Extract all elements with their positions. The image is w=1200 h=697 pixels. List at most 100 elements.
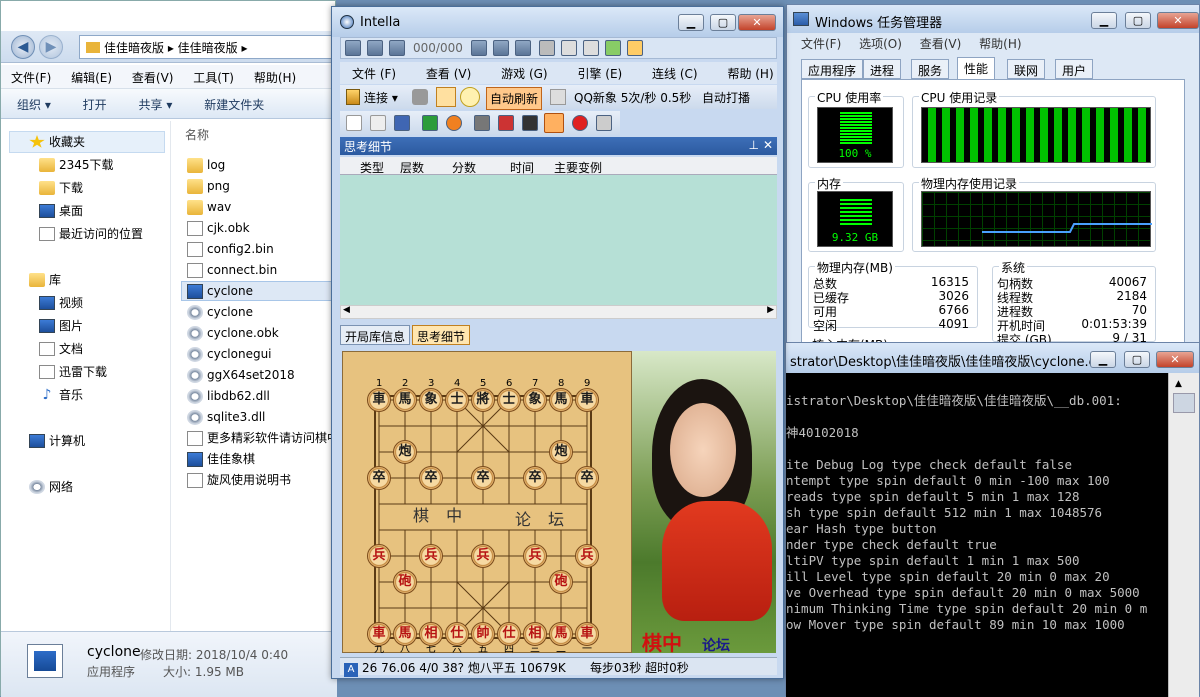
- col-depth[interactable]: 层数: [400, 159, 424, 176]
- menu-help[interactable]: 帮助(H): [254, 71, 296, 85]
- file-row[interactable]: cyclone: [187, 281, 253, 301]
- red-piece[interactable]: 砲: [393, 570, 417, 594]
- console-minimize-button[interactable]: ▁: [1090, 351, 1116, 368]
- file-row[interactable]: cjk.obk: [187, 218, 250, 238]
- red-piece[interactable]: 車: [575, 622, 599, 646]
- scroll-right-icon[interactable]: ▶: [767, 305, 774, 315]
- red-piece[interactable]: 兵: [523, 544, 547, 568]
- console-maximize-button[interactable]: ▢: [1124, 351, 1150, 368]
- open-icon[interactable]: [370, 115, 386, 131]
- tab-applications[interactable]: 应用程序: [801, 59, 864, 79]
- column-header-name[interactable]: 名称: [185, 126, 209, 143]
- col-type[interactable]: 类型: [360, 159, 384, 176]
- engine-black-icon[interactable]: [522, 115, 538, 131]
- organize-button[interactable]: 组织 ▾: [17, 98, 51, 112]
- red-piece[interactable]: 仕: [497, 622, 521, 646]
- nav-pictures[interactable]: 图片: [39, 316, 83, 336]
- file-row[interactable]: cyclone.obk: [187, 323, 279, 343]
- nav-downloads[interactable]: 下载: [39, 178, 83, 198]
- black-piece[interactable]: 炮: [393, 440, 417, 464]
- scroll-left-icon[interactable]: ◀: [343, 305, 350, 315]
- console-close-button[interactable]: ✕: [1156, 351, 1194, 368]
- file-row[interactable]: libdb62.dll: [187, 386, 270, 406]
- link-icon[interactable]: [412, 89, 428, 105]
- minimize-button[interactable]: ▁: [1091, 12, 1117, 29]
- intella-menu-view[interactable]: 查看 (V): [426, 67, 471, 81]
- pin-icon[interactable]: ⊥: [749, 138, 759, 152]
- next-fast-icon[interactable]: [493, 40, 509, 56]
- console-scrollbar[interactable]: ▲: [1168, 373, 1199, 697]
- menu-edit[interactable]: 编辑(E): [71, 71, 112, 85]
- nav-2345-download[interactable]: 2345下载: [39, 155, 114, 175]
- nav-videos[interactable]: 视频: [39, 293, 83, 313]
- find-icon[interactable]: [460, 87, 480, 107]
- paste-icon[interactable]: [583, 40, 599, 56]
- menu-file[interactable]: 文件(F): [11, 71, 51, 85]
- black-piece[interactable]: 卒: [575, 466, 599, 490]
- auto-refresh-button[interactable]: 自动刷新: [486, 87, 543, 110]
- file-row[interactable]: cyclonegui: [187, 344, 272, 364]
- intella-menu-game[interactable]: 游戏 (G): [501, 67, 547, 81]
- col-score[interactable]: 分数: [452, 159, 476, 176]
- file-row[interactable]: log: [187, 155, 225, 175]
- nav-xunlei-download[interactable]: 迅雷下载: [39, 362, 107, 382]
- thinking-hscrollbar[interactable]: ◀ ▶: [340, 305, 777, 319]
- tm-menu-file[interactable]: 文件(F): [801, 37, 841, 51]
- tm-menu-help[interactable]: 帮助(H): [979, 37, 1021, 51]
- red-piece[interactable]: 馬: [393, 622, 417, 646]
- back-icon[interactable]: ◀: [11, 35, 35, 59]
- first-move-icon[interactable]: [345, 40, 361, 56]
- red-piece[interactable]: 砲: [549, 570, 573, 594]
- file-row[interactable]: png: [187, 176, 230, 196]
- analyze-icon[interactable]: [544, 113, 564, 133]
- file-row[interactable]: 旋风使用说明书: [187, 470, 291, 490]
- black-piece[interactable]: 卒: [471, 466, 495, 490]
- engine-off-icon[interactable]: [474, 115, 490, 131]
- auto-play-button[interactable]: 自动打播: [702, 89, 750, 106]
- nav-favorites[interactable]: 收藏夹: [29, 132, 85, 152]
- nav-music[interactable]: ♪ 音乐: [43, 385, 83, 405]
- tab-opening-book[interactable]: 开局库信息: [340, 325, 411, 345]
- file-row[interactable]: 佳佳象棋: [187, 449, 255, 469]
- undo-icon[interactable]: [596, 115, 612, 131]
- maximize-button[interactable]: ▢: [1125, 12, 1151, 29]
- nav-computer[interactable]: 计算机: [29, 431, 85, 451]
- edit-board-icon[interactable]: [539, 40, 555, 56]
- file-row[interactable]: ggX64set2018: [187, 365, 295, 385]
- tab-services[interactable]: 服务: [911, 59, 950, 79]
- intella-menu-file[interactable]: 文件 (F): [352, 67, 396, 81]
- file-row[interactable]: wav: [187, 197, 231, 217]
- red-piece[interactable]: 兵: [575, 544, 599, 568]
- nav-library[interactable]: 库: [29, 270, 61, 290]
- red-piece[interactable]: 兵: [367, 544, 391, 568]
- tab-performance[interactable]: 性能: [957, 57, 996, 79]
- close-button[interactable]: ✕: [1157, 12, 1199, 29]
- tm-menu-view[interactable]: 查看(V): [920, 37, 962, 51]
- board-capture-icon[interactable]: [436, 87, 456, 107]
- new-folder-button[interactable]: 新建文件夹: [204, 98, 264, 112]
- black-piece[interactable]: 馬: [549, 388, 573, 412]
- intella-minimize-button[interactable]: ▁: [678, 14, 704, 31]
- black-piece[interactable]: 卒: [419, 466, 443, 490]
- nav-recent-places[interactable]: 最近访问的位置: [39, 224, 143, 244]
- intella-menu-connect[interactable]: 连线 (C): [652, 67, 698, 81]
- new-icon[interactable]: [346, 115, 362, 131]
- engine-red-icon[interactable]: [498, 115, 514, 131]
- copy-icon[interactable]: [561, 40, 577, 56]
- red-piece[interactable]: 相: [523, 622, 547, 646]
- black-piece[interactable]: 象: [419, 388, 443, 412]
- file-row[interactable]: 更多精彩软件请访问棋中: [187, 428, 339, 448]
- console-output[interactable]: istrator\Desktop\佳佳暗夜版\佳佳暗夜版\__db.001: 神4…: [786, 373, 1168, 697]
- forward-icon[interactable]: ▶: [39, 35, 63, 59]
- red-piece[interactable]: 車: [367, 622, 391, 646]
- path-segment-2[interactable]: 佳佳暗夜版: [178, 41, 238, 55]
- menu-tools[interactable]: 工具(T): [193, 71, 234, 85]
- intella-menu-engine[interactable]: 引擎 (E): [577, 67, 622, 81]
- col-main-variation[interactable]: 主要变例: [554, 159, 602, 176]
- xiangqi-board[interactable]: 123456789 九八七六五四三二一 棋 中 论 坛 車馬象士將士象馬車炮炮卒…: [342, 351, 632, 655]
- red-piece[interactable]: 仕: [445, 622, 469, 646]
- black-piece[interactable]: 將: [471, 388, 495, 412]
- tab-processes[interactable]: 进程: [863, 59, 902, 79]
- file-row[interactable]: connect.bin: [187, 260, 277, 280]
- file-row[interactable]: sqlite3.dll: [187, 407, 265, 427]
